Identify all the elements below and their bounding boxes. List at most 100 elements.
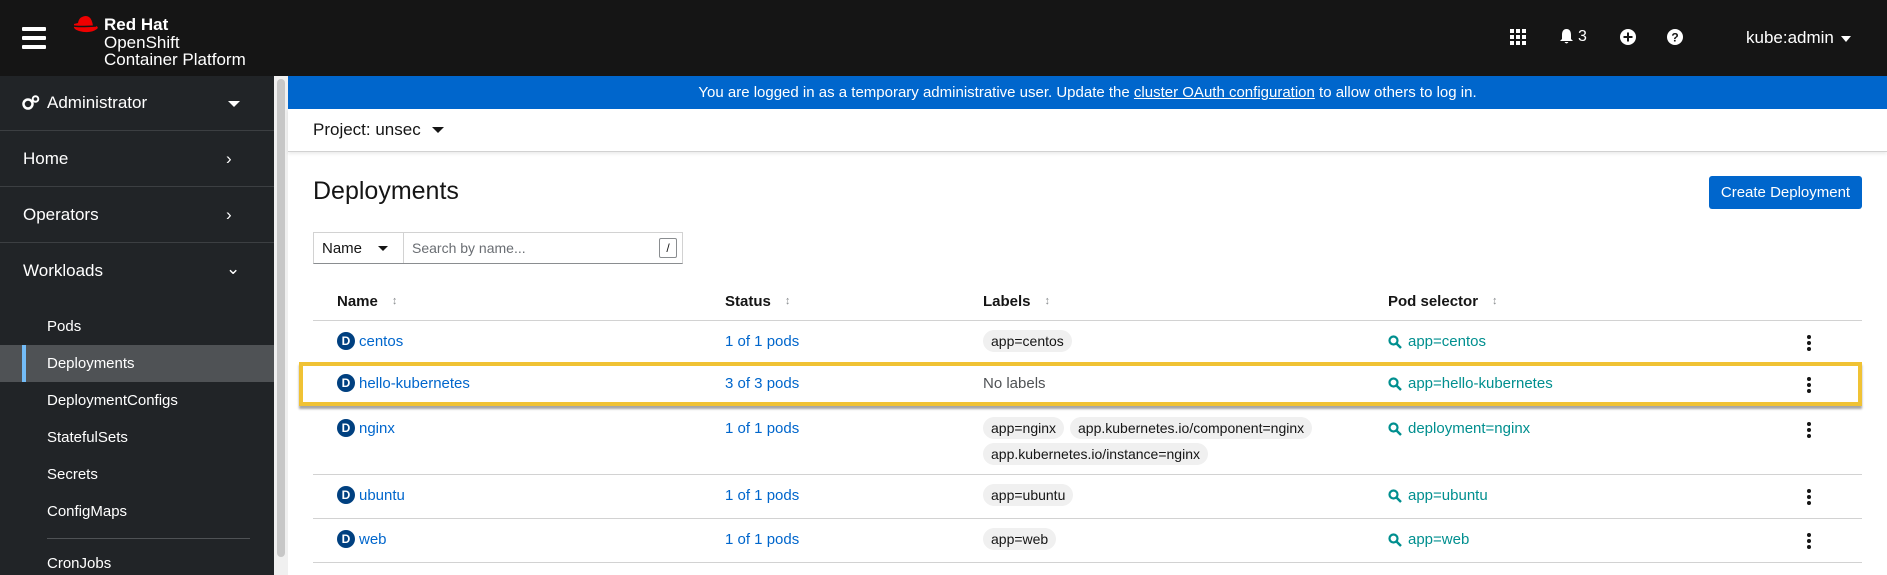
column-header-labels[interactable]: Labels ↕	[983, 293, 1050, 310]
user-name: kube:admin	[1746, 28, 1834, 47]
sidebar-item-cronjobs[interactable]: CronJobs	[0, 547, 274, 575]
deployment-badge: D	[337, 374, 355, 392]
create-deployment-button[interactable]: Create Deployment	[1709, 176, 1862, 209]
pod-selector-link[interactable]: app=hello-kubernetes	[1388, 375, 1553, 392]
status-link[interactable]: 1 of 1 pods	[725, 531, 799, 548]
project-bar: Project: unsec	[288, 109, 1887, 152]
sidebar-item-label: ConfigMaps	[47, 503, 128, 520]
kebab-icon[interactable]	[1803, 489, 1815, 507]
label-chip[interactable]: app.kubernetes.io/component=nginx	[1070, 417, 1313, 439]
search-icon	[1388, 488, 1402, 503]
user-menu[interactable]: kube:admin	[1746, 28, 1851, 48]
column-header-label: Name	[337, 293, 378, 310]
sidebar-item-label: Deployments	[47, 355, 135, 372]
deployment-link[interactable]: hello-kubernetes	[359, 375, 470, 392]
oauth-config-link[interactable]: cluster OAuth configuration	[1134, 84, 1315, 101]
chevron-down-icon: ⌄	[226, 259, 241, 278]
deployment-badge: D	[337, 332, 355, 350]
app-launcher-icon[interactable]	[1510, 26, 1526, 48]
no-labels-text: No labels	[983, 375, 1046, 392]
status-link[interactable]: 1 of 1 pods	[725, 333, 799, 350]
chevron-right-icon: ›	[226, 205, 232, 224]
sort-icon: ↕	[1492, 295, 1498, 307]
filter-type-select[interactable]: Name	[314, 233, 404, 263]
nav-section-label: Workloads	[23, 261, 103, 280]
brand-line-3: Container Platform	[104, 50, 246, 69]
sidebar-item-pods[interactable]: Pods	[0, 308, 274, 345]
table-row: D nginx 1 of 1 pods app=nginx app.kuberne…	[313, 408, 1862, 475]
sidebar-divider	[47, 538, 250, 539]
pod-selector-link[interactable]: deployment=nginx	[1388, 420, 1530, 437]
status-link[interactable]: 3 of 3 pods	[725, 375, 799, 392]
column-header-pod-selector[interactable]: Pod selector ↕	[1388, 293, 1498, 310]
sidebar-item-configmaps[interactable]: ConfigMaps	[0, 493, 274, 530]
deployment-name-cell: D web	[337, 530, 387, 548]
kebab-icon[interactable]	[1803, 422, 1815, 440]
sidebar-item-deploymentconfigs[interactable]: DeploymentConfigs	[0, 382, 274, 419]
label-chip[interactable]: app=nginx	[983, 417, 1065, 439]
cogs-icon	[22, 95, 40, 110]
column-header-label: Labels	[983, 293, 1031, 310]
label-chip[interactable]: app=centos	[983, 330, 1072, 352]
column-header-label: Status	[725, 293, 771, 310]
perspective-switcher[interactable]: Administrator	[0, 76, 274, 131]
keyboard-shortcut-hint: /	[659, 238, 677, 258]
question-circle-icon[interactable]: ?	[1667, 26, 1683, 48]
brand-line-1: Red Hat	[104, 15, 169, 34]
column-header-status[interactable]: Status ↕	[725, 293, 790, 310]
labels-cell: app=ubuntu	[983, 484, 1383, 510]
chevron-down-icon	[1840, 35, 1851, 42]
pod-selector-link[interactable]: app=ubuntu	[1388, 487, 1488, 504]
deployment-link[interactable]: ubuntu	[359, 487, 405, 504]
label-chip[interactable]: app=ubuntu	[983, 484, 1074, 506]
hamburger-menu-icon[interactable]	[22, 27, 46, 49]
search-icon	[1388, 421, 1402, 436]
nav-section-label: Home	[23, 149, 69, 168]
search-input[interactable]	[412, 240, 652, 256]
search-icon	[1388, 334, 1402, 349]
sidebar-item-label: Secrets	[47, 466, 98, 483]
pod-selector-link[interactable]: app=centos	[1388, 333, 1486, 350]
deployment-name-cell: D centos	[337, 332, 403, 350]
caret-down-icon	[432, 127, 444, 133]
sort-icon: ↕	[784, 295, 791, 307]
column-header-label: Pod selector	[1388, 293, 1479, 310]
chevron-right-icon: ›	[226, 149, 232, 168]
pod-selector-text: app=ubuntu	[1408, 487, 1488, 504]
sidebar: Administrator Home › Operators › Workloa…	[0, 76, 274, 575]
search-icon	[1388, 376, 1402, 391]
kebab-icon[interactable]	[1803, 533, 1815, 551]
labels-cell: app=centos	[983, 330, 1383, 356]
nav-section-operators[interactable]: Operators ›	[0, 187, 274, 243]
sidebar-item-label: StatefulSets	[47, 429, 128, 446]
deployment-link[interactable]: web	[359, 531, 387, 548]
notifications-button[interactable]: 3	[1559, 26, 1587, 48]
sidebar-item-deployments[interactable]: Deployments	[0, 345, 274, 382]
notification-count: 3	[1578, 28, 1587, 45]
kebab-icon[interactable]	[1803, 377, 1815, 395]
deployment-link[interactable]: nginx	[359, 420, 395, 437]
sidebar-scrollbar[interactable]	[274, 76, 288, 575]
status-link[interactable]: 1 of 1 pods	[725, 487, 799, 504]
sidebar-item-secrets[interactable]: Secrets	[0, 456, 274, 493]
kebab-icon[interactable]	[1803, 335, 1815, 353]
deployment-name-cell: D hello-kubernetes	[337, 374, 470, 392]
sidebar-item-label: DeploymentConfigs	[47, 392, 178, 409]
search-icon	[1388, 532, 1402, 547]
label-chip[interactable]: app=web	[983, 528, 1057, 550]
sidebar-item-statefulsets[interactable]: StatefulSets	[0, 419, 274, 456]
status-link[interactable]: 1 of 1 pods	[725, 420, 799, 437]
table-row: D web 1 of 1 pods app=web app=web	[313, 519, 1862, 563]
column-header-name[interactable]: Name ↕	[337, 293, 397, 310]
deployment-link[interactable]: centos	[359, 333, 403, 350]
pod-selector-link[interactable]: app=web	[1388, 531, 1469, 548]
scrollbar-thumb[interactable]	[277, 79, 285, 557]
filter-toolbar: Name /	[313, 232, 683, 264]
plus-circle-icon[interactable]	[1620, 26, 1636, 48]
nav-section-workloads[interactable]: Workloads ⌄	[0, 243, 274, 299]
label-chip[interactable]: app.kubernetes.io/instance=nginx	[983, 443, 1208, 465]
deployment-badge: D	[337, 486, 355, 504]
cluster-banner: You are logged in as a temporary adminis…	[288, 76, 1887, 109]
nav-section-home[interactable]: Home ›	[0, 131, 274, 187]
pod-selector-text: deployment=nginx	[1408, 420, 1531, 437]
